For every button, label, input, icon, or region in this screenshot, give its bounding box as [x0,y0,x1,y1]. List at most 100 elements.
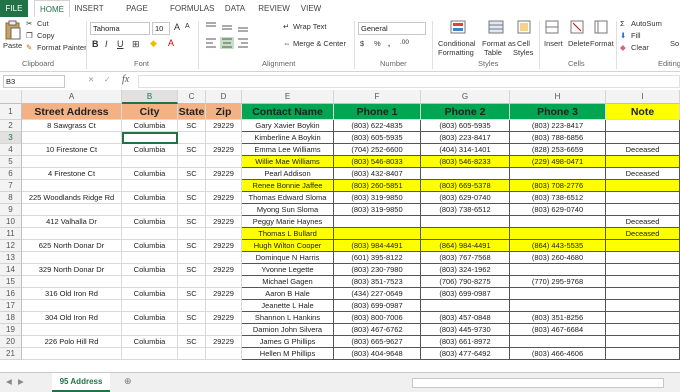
cell-note[interactable] [606,204,680,216]
cell-phone2[interactable]: (803) 669-5378 [421,180,510,192]
cell-city[interactable]: Columbia [122,168,178,180]
copy-button[interactable]: Copy [37,31,55,40]
header-phone1[interactable]: Phone 1 [334,104,421,120]
cell-state[interactable] [178,204,206,216]
cell-street[interactable] [22,348,122,360]
cell-contact[interactable]: Thomas L Bullard [242,228,334,240]
row-header[interactable]: 16 [0,288,22,300]
insert-function-button[interactable]: fx [122,74,129,85]
format-as-table-icon[interactable] [488,20,504,34]
cell-zip[interactable] [206,252,242,264]
sheet-tab-95-address[interactable]: 95 Address [52,373,110,392]
cell-city[interactable]: Columbia [122,288,178,300]
enter-icon[interactable]: ✓ [104,75,110,84]
cell-contact[interactable]: Renee Bonnie Jaffee [242,180,334,192]
column-header-g[interactable]: G [421,90,510,104]
cell-zip[interactable]: 29229 [206,264,242,276]
cell-zip[interactable]: 29229 [206,192,242,204]
cell-zip[interactable] [206,132,242,144]
cell-state[interactable] [178,300,206,312]
cell-phone1[interactable]: (803) 467-6762 [334,324,421,336]
cell-note[interactable]: Deceased [606,228,680,240]
cell-note[interactable] [606,276,680,288]
cell-city[interactable]: Columbia [122,336,178,348]
wrap-text-button[interactable]: Wrap Text [293,22,327,31]
header-contact[interactable]: Contact Name [242,104,334,120]
cell-state[interactable]: SC [178,288,206,300]
number-format-select[interactable]: General [358,22,426,35]
cell-phone3[interactable] [510,168,606,180]
cell-phone2[interactable]: (803) 477-6492 [421,348,510,360]
cell-contact[interactable]: Dominque N Harris [242,252,334,264]
cell-zip[interactable]: 29229 [206,144,242,156]
cell-street[interactable] [22,324,122,336]
cell-phone2[interactable] [421,228,510,240]
cell-note[interactable] [606,324,680,336]
cell-street[interactable]: 8 Sawgrass Ct [22,120,122,132]
cell-phone3[interactable]: (803) 788-6856 [510,132,606,144]
cell-phone1[interactable]: (803) 800-7006 [334,312,421,324]
cell-phone1[interactable]: (803) 404-9648 [334,348,421,360]
font-name-select[interactable]: Tahoma [90,22,150,35]
cell-phone2[interactable]: (803) 605-5935 [421,120,510,132]
cell-phone3[interactable] [510,300,606,312]
tab-file[interactable]: FILE [0,0,28,17]
decimal-button[interactable]: .00 [400,39,409,46]
cell-contact[interactable]: Michael Gagen [242,276,334,288]
row-header[interactable]: 13 [0,252,22,264]
cell-phone1[interactable]: (434) 227-0649 [334,288,421,300]
cell-street[interactable] [22,228,122,240]
cell-phone3[interactable]: (803) 223-8417 [510,120,606,132]
sort-filter-button[interactable]: So [670,39,679,48]
italic-button[interactable]: I [105,39,108,49]
percent-button[interactable]: % [374,39,381,48]
cell-phone1[interactable]: (601) 395-8122 [334,252,421,264]
cell-zip[interactable] [206,276,242,288]
cell-phone2[interactable]: (803) 223-8417 [421,132,510,144]
tab-page-layout[interactable]: PAGE LAYOUT [110,0,164,30]
cell-note[interactable] [606,312,680,324]
cell-styles-icon[interactable] [517,20,531,34]
cell-note[interactable] [606,288,680,300]
format-as-table-button[interactable]: Format as [482,39,516,48]
underline-button[interactable]: U [117,39,124,49]
column-header-f[interactable]: F [334,90,421,104]
cell-phone1[interactable]: (803) 351-7523 [334,276,421,288]
paste-button[interactable]: Paste [3,41,22,50]
cell-state[interactable] [178,156,206,168]
header-street[interactable]: Street Address [22,104,122,120]
cell-note[interactable]: Deceased [606,144,680,156]
format-button[interactable]: Format [590,39,614,48]
cell-phone3[interactable]: (803) 708-2776 [510,180,606,192]
cell-zip[interactable] [206,300,242,312]
row-header[interactable]: 3 [0,132,22,144]
cell-phone1[interactable]: (803) 605-5935 [334,132,421,144]
row-header[interactable]: 9 [0,204,22,216]
cell-zip[interactable]: 29229 [206,168,242,180]
cell-phone3[interactable] [510,228,606,240]
column-header-e[interactable]: E [242,90,334,104]
cell-phone3[interactable] [510,216,606,228]
cell-note[interactable] [606,120,680,132]
cell-phone2[interactable]: (803) 546-8233 [421,156,510,168]
cell-phone1[interactable]: (803) 230-7980 [334,264,421,276]
tab-data[interactable]: DATA [220,0,250,17]
fill-button[interactable]: Fill [631,31,641,40]
cell-phone1[interactable]: (803) 319-9850 [334,192,421,204]
cell-state[interactable]: SC [178,192,206,204]
cell-city[interactable] [122,204,178,216]
cell-contact[interactable]: Thomas Edward Sloma [242,192,334,204]
cell-zip[interactable] [206,180,242,192]
fill-color-icon[interactable]: ◆ [150,38,157,49]
row-header[interactable]: 14 [0,264,22,276]
grow-font-button[interactable]: A [174,22,180,32]
row-header[interactable]: 19 [0,324,22,336]
cell-state[interactable]: SC [178,312,206,324]
cell-phone3[interactable]: (864) 443-5535 [510,240,606,252]
shrink-font-button[interactable]: A [185,23,190,30]
cell-zip[interactable]: 29229 [206,120,242,132]
row-header[interactable]: 18 [0,312,22,324]
cell-contact[interactable]: Shannon L Hankins [242,312,334,324]
select-all-corner[interactable] [0,90,22,104]
column-header-i[interactable]: I [606,90,680,104]
